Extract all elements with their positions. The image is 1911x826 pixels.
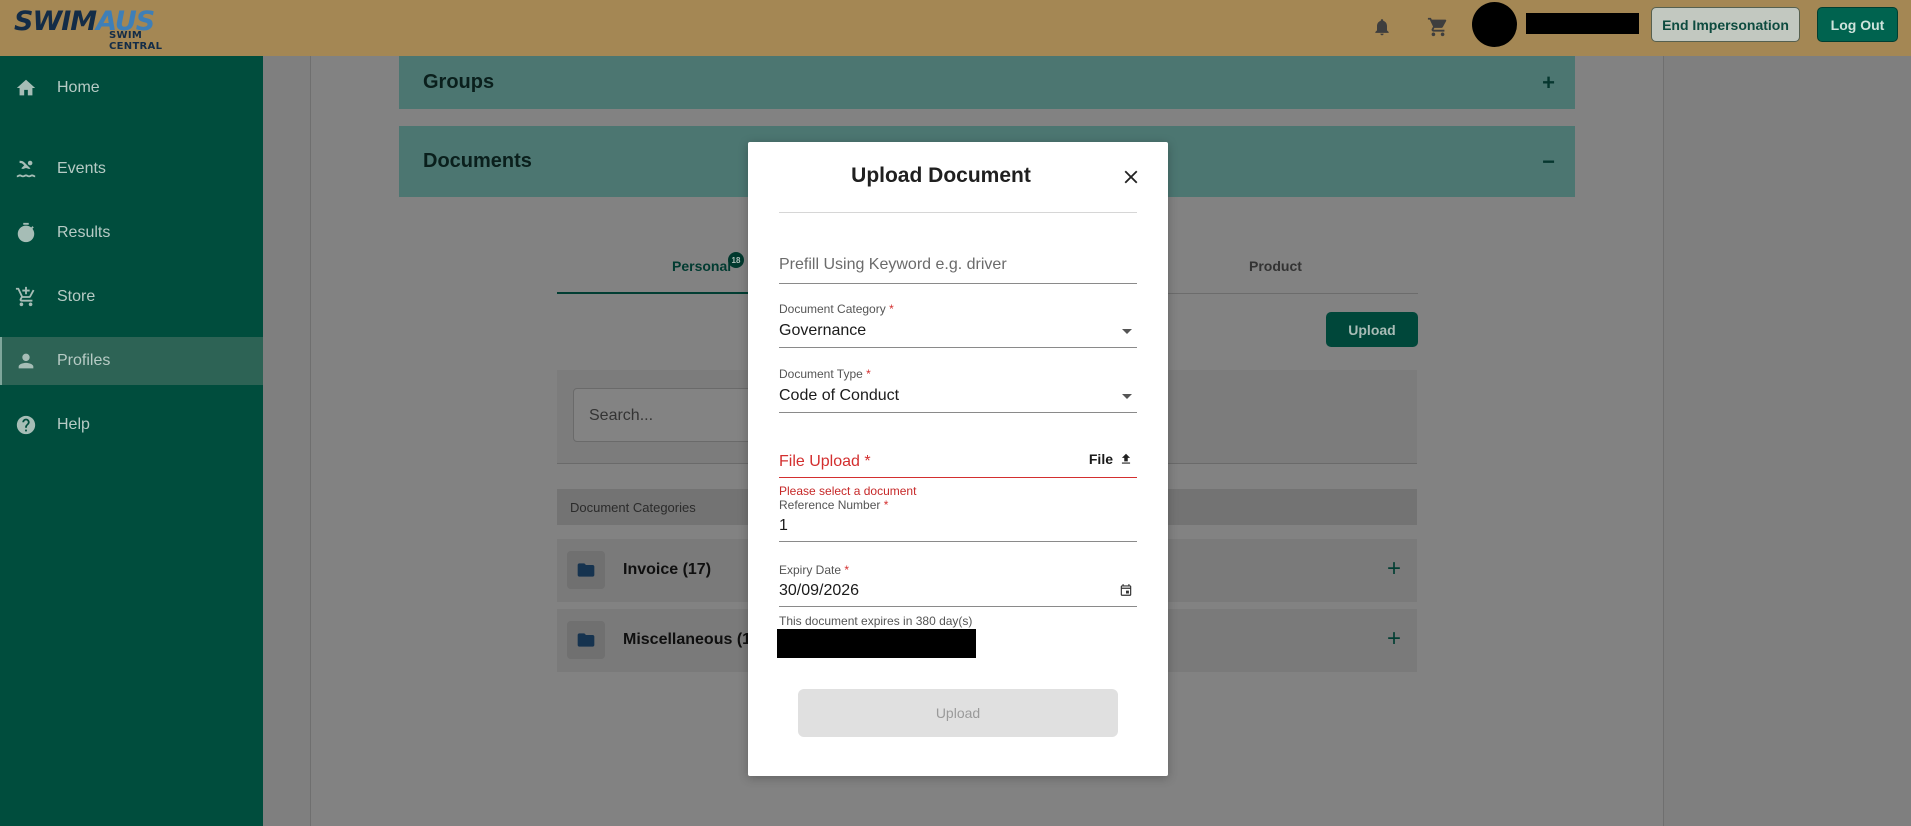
field-label: Reference Number *	[779, 498, 889, 512]
dialog-title: Upload Document	[851, 164, 1031, 187]
sidebar-item-label: Profiles	[57, 352, 111, 369]
user-avatar[interactable]	[1472, 2, 1517, 47]
redacted-user-name	[1526, 13, 1639, 34]
upload-button[interactable]: Upload	[1326, 312, 1418, 347]
expand-icon[interactable]: +	[1387, 625, 1401, 653]
input-underline-error	[779, 477, 1137, 478]
upload-icon	[1121, 453, 1131, 464]
panel-title: Documents	[423, 150, 532, 172]
bell-icon[interactable]	[1369, 14, 1395, 40]
home-icon	[14, 76, 38, 100]
sidebar-item-results[interactable]: Results	[0, 209, 263, 257]
field-label: File Upload *	[779, 453, 871, 470]
document-category-select[interactable]: Document Category * Governance	[779, 302, 1137, 352]
expiry-hint: This document expires in 380 day(s)	[779, 614, 973, 628]
upload-document-dialog: Upload Document Prefill Using Keyword e.…	[748, 142, 1168, 776]
file-error-message: Please select a document	[779, 484, 917, 498]
prefill-keyword-input[interactable]: Prefill Using Keyword e.g. driver	[779, 256, 1137, 298]
sidebar-item-home[interactable]: Home	[0, 64, 263, 112]
reference-number-input[interactable]: Reference Number * 1	[779, 498, 1137, 544]
tab-product[interactable]: Product	[1249, 258, 1302, 274]
input-underline	[779, 541, 1137, 542]
categories-header-label: Document Categories	[570, 500, 696, 515]
person-icon	[14, 349, 38, 373]
sidebar-item-label: Results	[57, 224, 111, 241]
selected-value: Governance	[779, 322, 867, 339]
expiry-date-input[interactable]: Expiry Date * 30/09/2026	[779, 563, 1137, 611]
input-value: 1	[779, 517, 788, 534]
input-value: 30/09/2026	[779, 582, 860, 599]
field-label: Expiry Date *	[779, 563, 850, 577]
calendar-icon[interactable]	[1119, 583, 1133, 602]
chevron-down-icon	[1122, 394, 1132, 399]
selected-value: Code of Conduct	[779, 387, 900, 404]
sidebar: Home Events Results Store Profiles Help	[0, 56, 263, 826]
sidebar-item-label: Store	[57, 288, 96, 305]
swimmer-icon	[14, 157, 38, 181]
sidebar-item-label: Home	[57, 79, 100, 96]
document-type-select[interactable]: Document Type * Code of Conduct	[779, 367, 1137, 417]
logo-subtitle: SWIM CENTRAL	[109, 30, 163, 52]
chevron-down-icon	[1122, 329, 1132, 334]
category-label: Miscellaneous (1	[623, 631, 752, 648]
close-icon[interactable]	[1120, 166, 1142, 188]
top-bar: SWIMAUS SWIM CENTRAL End Impersonation L…	[0, 0, 1911, 56]
sidebar-item-label: Events	[57, 160, 106, 177]
end-impersonation-button[interactable]: End Impersonation	[1651, 7, 1800, 42]
upload-submit-button[interactable]: Upload	[798, 689, 1118, 737]
sidebar-item-store[interactable]: Store	[0, 273, 263, 321]
file-select-button[interactable]: File	[1089, 451, 1133, 467]
search-input[interactable]: Search...	[573, 388, 773, 442]
tab-divider	[1168, 293, 1418, 294]
groups-panel[interactable]: Groups +	[399, 56, 1575, 109]
file-upload-field[interactable]: File Upload * File	[779, 451, 1137, 483]
sidebar-item-help[interactable]: Help	[0, 401, 263, 449]
input-underline	[779, 347, 1137, 348]
panel-title: Groups	[423, 71, 495, 93]
expand-icon[interactable]: +	[1542, 70, 1555, 96]
tab-count-badge: 18	[728, 252, 744, 268]
input-underline	[779, 412, 1137, 413]
tab-personal[interactable]: Personal	[672, 258, 731, 274]
prefill-placeholder: Prefill Using Keyword e.g. driver	[779, 256, 1007, 273]
folder-icon	[567, 621, 605, 659]
input-underline	[779, 606, 1137, 607]
field-label: Document Type *	[779, 367, 871, 381]
expand-icon[interactable]: +	[1387, 555, 1401, 583]
stopwatch-icon	[14, 221, 38, 245]
dialog-divider	[779, 212, 1137, 213]
sidebar-item-label: Help	[57, 416, 90, 433]
help-icon	[14, 413, 38, 437]
collapse-icon[interactable]: −	[1542, 149, 1555, 175]
swimaus-logo[interactable]: SWIMAUS SWIM CENTRAL	[14, 8, 192, 53]
sidebar-item-events[interactable]: Events	[0, 145, 263, 193]
search-placeholder: Search...	[589, 407, 654, 424]
log-out-button[interactable]: Log Out	[1817, 7, 1898, 42]
active-tab-indicator	[557, 292, 749, 294]
input-underline	[779, 283, 1137, 284]
category-label: Invoice (17)	[623, 561, 712, 578]
folder-icon	[567, 551, 605, 589]
field-label: Document Category *	[779, 302, 894, 316]
redacted-content	[777, 629, 976, 658]
sidebar-item-profiles[interactable]: Profiles	[0, 337, 263, 385]
cart-icon[interactable]	[1425, 14, 1451, 40]
cart-icon	[14, 285, 38, 309]
